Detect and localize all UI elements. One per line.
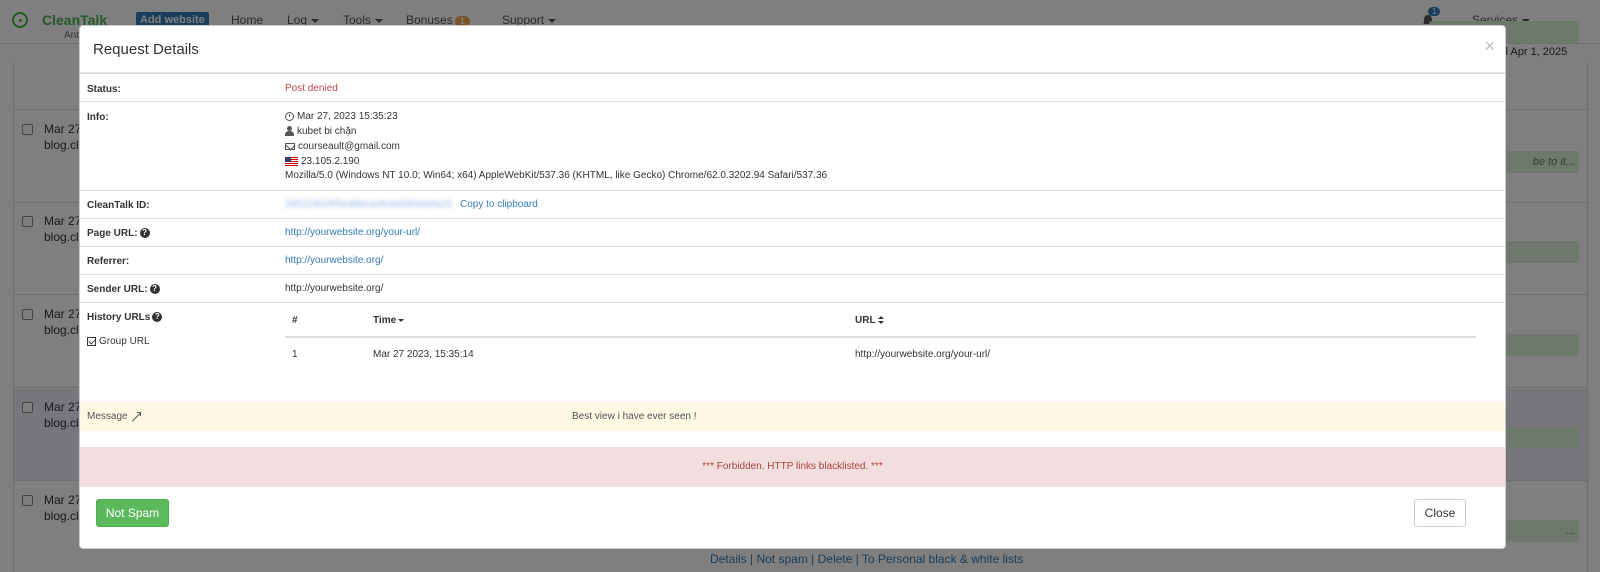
status-label: Status: [87,84,121,95]
history-row-time: Mar 27 2023, 15:35:14 [373,349,474,360]
col-url[interactable]: URL [855,315,884,326]
info-user-agent: Mozilla/5.0 (Windows NT 10.0; Win64; x64… [285,170,828,181]
question-circle-icon[interactable]: ? [139,228,150,239]
checkbox-checked-icon [87,336,96,346]
info-datetime: Mar 27, 2023 15:35:23 [285,111,398,122]
expand-icon[interactable] [132,411,141,421]
page-url-row: Page URL:? http://yourwebsite.org/your-u… [80,218,1505,246]
info-label: Info: [87,112,109,123]
col-number: # [292,315,298,326]
referrer-label: Referrer: [87,256,130,267]
clock-icon [285,111,294,121]
question-circle-icon[interactable]: ? [152,312,163,323]
question-circle-icon[interactable]: ? [149,284,160,295]
forbidden-text: *** Forbidden. HTTP links blacklisted. *… [702,461,883,472]
info-row: Info: Mar 27, 2023 15:35:23 kubet bi chặ… [80,101,1505,190]
referrer-row: Referrer: http://yourwebsite.org/ [80,246,1505,274]
close-icon[interactable]: × [1484,36,1495,57]
history-row-number: 1 [292,349,298,360]
request-details-modal: Request Details × Status: Post denied In… [79,25,1506,549]
referrer-link[interactable]: http://yourwebsite.org/ [285,255,383,266]
col-time[interactable]: Time [373,315,405,326]
modal-title: Request Details [93,41,199,58]
cleantalk-id-value: 2df111fb29f3ea8bcacfe4e63f4da5a15 [285,199,453,210]
sender-url-row: Sender URL:? http://yourwebsite.org/ [80,274,1505,302]
sort-icon [877,316,884,325]
history-urls-row: History URLs? Group URL # Time URL 1 Mar… [80,302,1505,402]
page-url-label: Page URL:? [87,228,150,239]
group-url-checkbox[interactable]: Group URL [87,336,150,347]
table-header-divider [285,336,1476,338]
status-row: Status: Post denied [80,73,1505,101]
info-ip: 23.105.2.190 [285,156,359,167]
modal-header: Request Details × [80,26,1505,73]
page-url-link[interactable]: http://yourwebsite.org/your-url/ [285,227,420,238]
not-spam-button[interactable]: Not Spam [96,499,169,527]
copy-to-clipboard-link[interactable]: Copy to clipboard [460,199,538,210]
close-button[interactable]: Close [1414,499,1466,527]
status-value: Post denied [285,83,338,94]
history-row-url: http://yourwebsite.org/your-url/ [855,349,991,360]
sender-url-label: Sender URL:? [87,284,160,295]
info-email: courseault@gmail.com [285,141,400,152]
info-user: kubet bi chặn [285,126,357,137]
envelope-icon [285,142,295,150]
sort-down-icon [398,318,405,322]
us-flag-icon [285,156,298,166]
message-row: Message Best view i have ever seen ! [80,402,1505,431]
user-icon [285,126,294,137]
message-label: Message [87,411,141,422]
history-urls-label: History URLs? [87,312,163,323]
cleantalk-id-row: CleanTalk ID: 2df111fb29f3ea8bcacfe4e63f… [80,190,1505,218]
message-text: Best view i have ever seen ! [572,411,697,422]
sender-url-value: http://yourwebsite.org/ [285,283,384,294]
forbidden-alert: *** Forbidden. HTTP links blacklisted. *… [80,447,1505,487]
cleantalk-id-label: CleanTalk ID: [87,200,150,211]
